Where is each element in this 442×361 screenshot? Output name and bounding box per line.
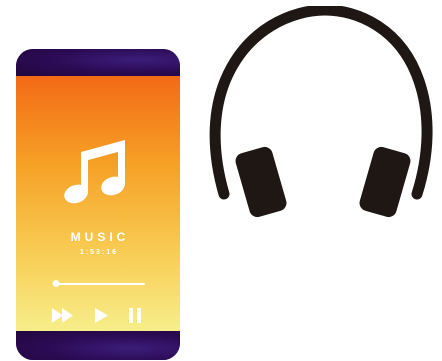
phone-bottom-bezel — [16, 331, 180, 360]
fast-forward-icon[interactable] — [52, 308, 74, 323]
pause-icon[interactable] — [129, 308, 141, 323]
play-icon[interactable] — [95, 308, 108, 323]
phone-top-bezel — [16, 49, 180, 76]
headphones-icon — [209, 6, 433, 218]
track-time: 1:53:16 — [79, 249, 119, 256]
progress-knob[interactable] — [52, 280, 60, 287]
music-note-icon — [64, 140, 125, 204]
player-screen: MUSIC 1:53:16 — [16, 76, 180, 331]
progress-bar[interactable] — [56, 283, 145, 285]
track-title: MUSIC — [70, 230, 130, 244]
player-controls — [16, 306, 180, 326]
phone-illustration: MUSIC 1:53:16 — [16, 49, 180, 360]
